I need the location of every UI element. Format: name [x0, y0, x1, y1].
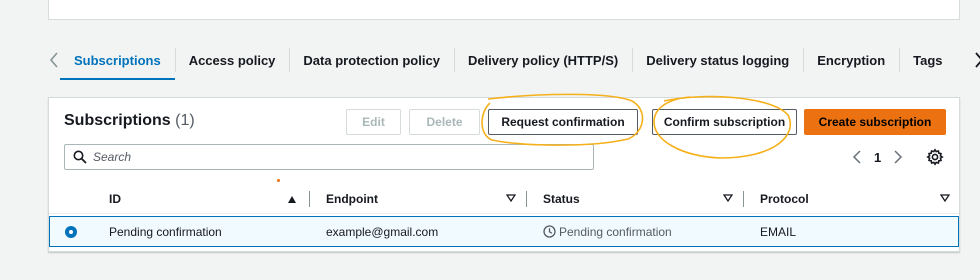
tab-bar: Subscriptions Access policy Data protect…: [48, 40, 980, 80]
cell-endpoint: example@gmail.com: [326, 224, 439, 239]
column-header-id[interactable]: ID: [109, 184, 121, 214]
request-confirmation-button[interactable]: Request confirmation: [488, 109, 638, 135]
sort-icon[interactable]: [940, 193, 950, 203]
table-header: ID Endpoint Status Protocol: [49, 184, 959, 214]
cell-status: Pending confirmation: [543, 217, 672, 246]
clock-icon: [543, 225, 556, 238]
pagination: 1: [846, 146, 909, 168]
next-page-button[interactable]: [887, 146, 909, 168]
sort-icon[interactable]: [723, 193, 733, 203]
column-header-protocol[interactable]: Protocol: [760, 184, 809, 214]
tab-subscriptions[interactable]: Subscriptions: [60, 40, 175, 80]
tab-tags[interactable]: Tags: [899, 40, 956, 80]
column-divider[interactable]: [743, 191, 744, 207]
sort-ascending-icon[interactable]: [287, 194, 297, 204]
column-divider[interactable]: [309, 191, 310, 207]
column-header-status[interactable]: Status: [543, 184, 580, 214]
panel-title: Subscriptions (1): [64, 112, 195, 130]
panel-title-text: Subscriptions: [64, 112, 171, 129]
create-subscription-button[interactable]: Create subscription: [804, 109, 946, 135]
tab-access-policy[interactable]: Access policy: [174, 40, 290, 80]
edit-button[interactable]: Edit: [346, 109, 401, 135]
tab-delivery-status-logging[interactable]: Delivery status logging: [632, 40, 803, 80]
status-text: Pending confirmation: [559, 224, 672, 239]
column-divider[interactable]: [526, 191, 527, 207]
confirm-subscription-button[interactable]: Confirm subscription: [652, 109, 797, 135]
current-page-number[interactable]: 1: [868, 150, 887, 165]
cell-protocol: EMAIL: [760, 224, 797, 239]
scroll-tabs-right-button[interactable]: [973, 40, 980, 80]
column-header-endpoint[interactable]: Endpoint: [326, 184, 378, 214]
cell-id[interactable]: Pending confirmation: [109, 217, 222, 246]
previous-panel: [48, 0, 960, 20]
table-row[interactable]: Pending confirmation example@gmail.com P…: [49, 216, 959, 247]
chevron-left-icon: [852, 150, 861, 164]
search-box[interactable]: [64, 144, 594, 170]
tab-data-protection-policy[interactable]: Data protection policy: [289, 40, 454, 80]
delete-button[interactable]: Delete: [409, 109, 480, 135]
subscriptions-panel: Subscriptions (1) Edit Delete Request co…: [48, 97, 960, 252]
gear-icon[interactable]: [926, 148, 944, 166]
chevron-left-icon: [49, 52, 58, 68]
row-select-radio[interactable]: [65, 226, 77, 238]
decorative-dot: [277, 179, 280, 182]
tab-delivery-policy[interactable]: Delivery policy (HTTP/S): [453, 40, 632, 80]
search-input[interactable]: [93, 150, 573, 164]
chevron-right-icon: [894, 150, 903, 164]
subscription-count: (1): [175, 112, 195, 129]
sort-icon[interactable]: [506, 193, 516, 203]
tab-encryption[interactable]: Encryption: [803, 40, 899, 80]
scroll-tabs-left-button[interactable]: [48, 40, 60, 80]
search-icon: [73, 150, 87, 164]
previous-page-button[interactable]: [846, 146, 868, 168]
chevron-right-icon: [974, 52, 980, 68]
